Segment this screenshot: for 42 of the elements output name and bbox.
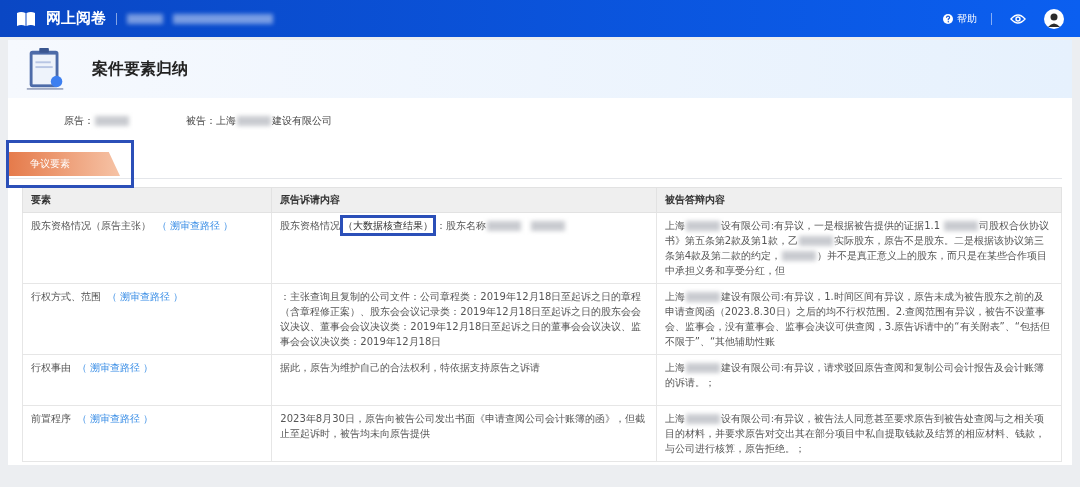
column-header: 被告答辩内容 xyxy=(656,187,1062,213)
column-header: 要素 xyxy=(22,187,272,213)
table-cell-text: 2023年8月30日，原告向被告公司发出书面《申请查阅公司会计账簿的函》，但截止至起诉时，被告均未向原告提供 xyxy=(280,412,646,441)
column-header: 原告诉请内容 xyxy=(271,187,657,213)
redacted-blur xyxy=(685,414,720,424)
element-name: 前置程序 xyxy=(31,413,71,424)
element-name: 行权事由 xyxy=(31,362,71,373)
section-tab[interactable]: 争议要素 xyxy=(8,152,120,176)
help-button[interactable]: 帮助 xyxy=(943,11,977,26)
trace-link[interactable]: （ 溯审查路径 ） xyxy=(107,291,184,302)
redacted-blur xyxy=(798,236,833,246)
redacted-blur xyxy=(685,292,720,302)
redacted-blur xyxy=(127,13,163,24)
redacted-blur xyxy=(237,116,271,126)
redacted-blur xyxy=(487,221,522,231)
page-title: 案件要素归纳 xyxy=(92,58,188,80)
table-cell-text: ：主张查询且复制的公司文件：公司章程类：2019年12月18日至起诉之日的章程（含章程修正案）、股东会会议记录类：2019年12月18日至起诉之日的股东会会议决议、董事会会议决议类：2019年12月18日至起诉之日的董事会会议决议、监事会会议决议类：2019年12月18日 xyxy=(280,290,643,349)
redacted-blur xyxy=(531,221,566,231)
element-name: 股东资格情况（原告主张） xyxy=(31,220,151,231)
party-text: 原告： xyxy=(64,114,130,136)
eye-icon[interactable] xyxy=(1010,13,1026,24)
trace-link[interactable]: （ 溯审查路径 ） xyxy=(157,220,234,231)
app-title: 网上阅卷 xyxy=(46,9,106,28)
party-text: 被告：上海 建设有限公司 xyxy=(186,114,332,128)
trace-link[interactable]: （ 溯审查路径 ） xyxy=(77,413,154,424)
book-icon xyxy=(16,10,36,27)
table-cell-text: 上海 设有限公司:有异议，一是根据被告提供的证据1.1 司股权合伙协议书》第五条第2款及第1款，乙 实际股东，原告不是股东。二是根据该协议第三条第4款及第二款的约定， ）并不是真正意义上的股东，而只是在某些合作项目中承担义务和享受分红，但 xyxy=(664,219,1051,278)
highlight-frame: （大数据核查结果） xyxy=(340,215,437,236)
redacted-blur xyxy=(685,221,720,231)
help-icon xyxy=(943,13,953,24)
redacted-blur xyxy=(782,251,817,261)
table-cell-text: 上海 建设有限公司:有异议，请求驳回原告查阅和复制公司会计报告及会计账簿的诉请。； xyxy=(664,361,1046,390)
element-name: 行权方式、范围 xyxy=(31,291,101,302)
redacted-blur xyxy=(944,221,979,231)
table-cell-text: 上海 建设有限公司:有异议，1.时间区间有异议，原告未成为被告股东之前的及申请查阅函（2023.8.30日）之后的均不行权范围。2.查阅范围有异议，被告不设董事会、监事会，没有董事会、监事会决议可供查阅，3.原告诉请中的“有关附表”、“包括但不限于”、“其他辅助性账 xyxy=(664,290,1051,349)
trace-link[interactable]: （ 溯审查路径 ） xyxy=(77,362,154,373)
table-cell-text: 据此，原告为维护自己的合法权利，特依据支持原告之诉请 xyxy=(280,361,542,375)
redacted-blur xyxy=(685,363,720,373)
redacted-blur xyxy=(95,116,129,126)
avatar-icon[interactable] xyxy=(1044,8,1064,29)
table-cell-text: 上海 设有限公司:有异议，被告法人同意甚至要求原告到被告处查阅与之相关项目的材料，并要求原告对交出其在部分项目中私自提取钱款及结算的相应材料、钱款，与公司进行核算，原告拒绝。； xyxy=(664,412,1046,456)
table-cell: 股东资格情况 （大数据核查结果） ：股东名称 xyxy=(280,218,648,233)
